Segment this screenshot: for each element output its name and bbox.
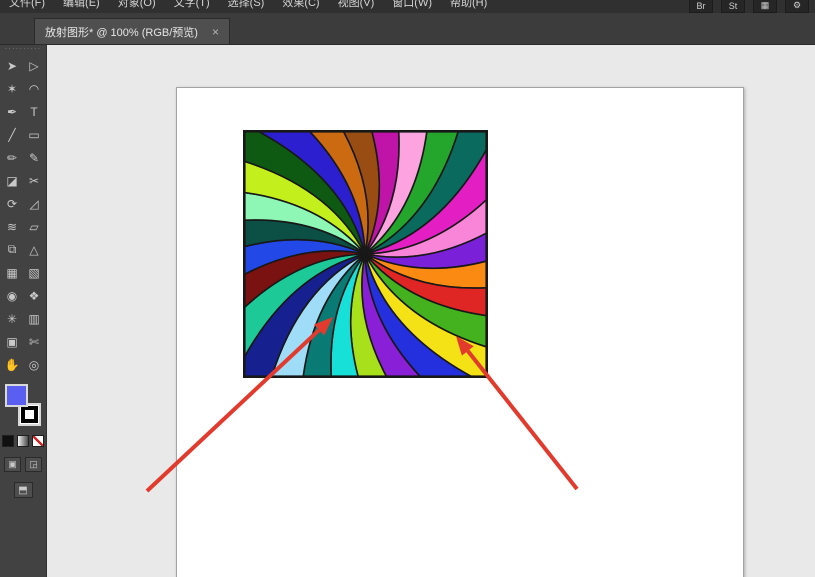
perspective-grid-tool[interactable]: △ (23, 238, 45, 261)
menu-item-1[interactable]: 编辑(E) (54, 0, 109, 11)
arrange-documents-icon[interactable]: ▦ (753, 0, 777, 13)
menu-bar: 文件(F)编辑(E)对象(O)文字(T)选择(S)效果(C)视图(V)窗口(W)… (0, 0, 815, 13)
toolbar-grip[interactable]: ·········· (5, 46, 42, 52)
menu-item-4[interactable]: 选择(S) (219, 0, 274, 11)
radial-swirl-artwork[interactable] (243, 130, 488, 378)
menu-item-3[interactable]: 文字(T) (165, 0, 219, 11)
column-graph-tool[interactable]: ▥ (23, 307, 45, 330)
bridge-icon[interactable]: Br (689, 0, 713, 13)
menu-item-0[interactable]: 文件(F) (0, 0, 54, 11)
document-tab-bar: 放射图形* @ 100% (RGB/预览) × (0, 13, 815, 45)
workspace-gear-icon[interactable]: ⚙ (785, 0, 809, 13)
rotate-tool[interactable]: ⟳ (1, 192, 23, 215)
direct-selection-tool[interactable]: ▷ (23, 54, 45, 77)
line-segment-tool[interactable]: ╱ (1, 123, 23, 146)
tools-panel: ·········· ➤▷✶◠✒T╱▭✏✎◪✂⟳◿≋▱⧉△▦▧◉❖✳▥▣✄✋◎ … (0, 44, 47, 577)
fill-swatch[interactable] (5, 384, 28, 407)
pen-tool[interactable]: ✒ (1, 100, 23, 123)
gradient-button[interactable] (17, 435, 29, 447)
fill-stroke-control (4, 384, 42, 426)
stock-icon[interactable]: St (721, 0, 745, 13)
slice-tool[interactable]: ✄ (23, 330, 45, 353)
menu-item-5[interactable]: 效果(C) (273, 0, 328, 11)
document-tab-title: 放射图形* @ 100% (RGB/预览) (45, 24, 198, 40)
rectangle-tool[interactable]: ▭ (23, 123, 45, 146)
free-transform-tool[interactable]: ▱ (23, 215, 45, 238)
menu-item-6[interactable]: 视图(V) (329, 0, 384, 11)
eraser-tool[interactable]: ◪ (1, 169, 23, 192)
draw-normal-mode-icon[interactable]: ▣ (4, 457, 21, 472)
type-tool[interactable]: T (23, 100, 45, 123)
draw-behind-mode-icon[interactable]: ◲ (25, 457, 42, 472)
stroke-swatch-inner (21, 406, 38, 423)
width-tool[interactable]: ≋ (1, 215, 23, 238)
paintbrush-tool[interactable]: ✏ (1, 146, 23, 169)
screen-mode-icon[interactable]: ⬒ (14, 482, 33, 498)
menu-items: 文件(F)编辑(E)对象(O)文字(T)选择(S)效果(C)视图(V)窗口(W)… (0, 0, 496, 11)
pencil-tool[interactable]: ✎ (23, 146, 45, 169)
close-icon[interactable]: × (212, 25, 219, 39)
selection-tool[interactable]: ➤ (1, 54, 23, 77)
eyedropper-tool[interactable]: ◉ (1, 284, 23, 307)
blend-tool[interactable]: ❖ (23, 284, 45, 307)
none-button[interactable] (32, 435, 44, 447)
lasso-tool[interactable]: ◠ (23, 77, 45, 100)
artwork-svg (243, 130, 488, 378)
mesh-tool[interactable]: ▦ (1, 261, 23, 284)
menu-item-2[interactable]: 对象(O) (109, 0, 165, 11)
header-icons: Br St ▦ ⚙ (689, 0, 809, 13)
pasteboard[interactable] (46, 44, 815, 577)
document-tab[interactable]: 放射图形* @ 100% (RGB/预览) × (34, 18, 230, 44)
menu-item-8[interactable]: 帮助(H) (441, 0, 496, 11)
scale-tool[interactable]: ◿ (23, 192, 45, 215)
paint-style-row (2, 435, 44, 447)
tool-grid: ➤▷✶◠✒T╱▭✏✎◪✂⟳◿≋▱⧉△▦▧◉❖✳▥▣✄✋◎ (1, 54, 45, 376)
scissors-tool[interactable]: ✂ (23, 169, 45, 192)
menu-item-7[interactable]: 窗口(W) (383, 0, 441, 11)
gradient-tool[interactable]: ▧ (23, 261, 45, 284)
color-button[interactable] (2, 435, 14, 447)
shape-builder-tool[interactable]: ⧉ (1, 238, 23, 261)
drawing-mode-row: ▣ ◲ (4, 457, 42, 472)
magic-wand-tool[interactable]: ✶ (1, 77, 23, 100)
zoom-tool[interactable]: ◎ (23, 353, 45, 376)
hand-tool[interactable]: ✋ (1, 353, 23, 376)
artboard-tool[interactable]: ▣ (1, 330, 23, 353)
symbol-sprayer-tool[interactable]: ✳ (1, 307, 23, 330)
